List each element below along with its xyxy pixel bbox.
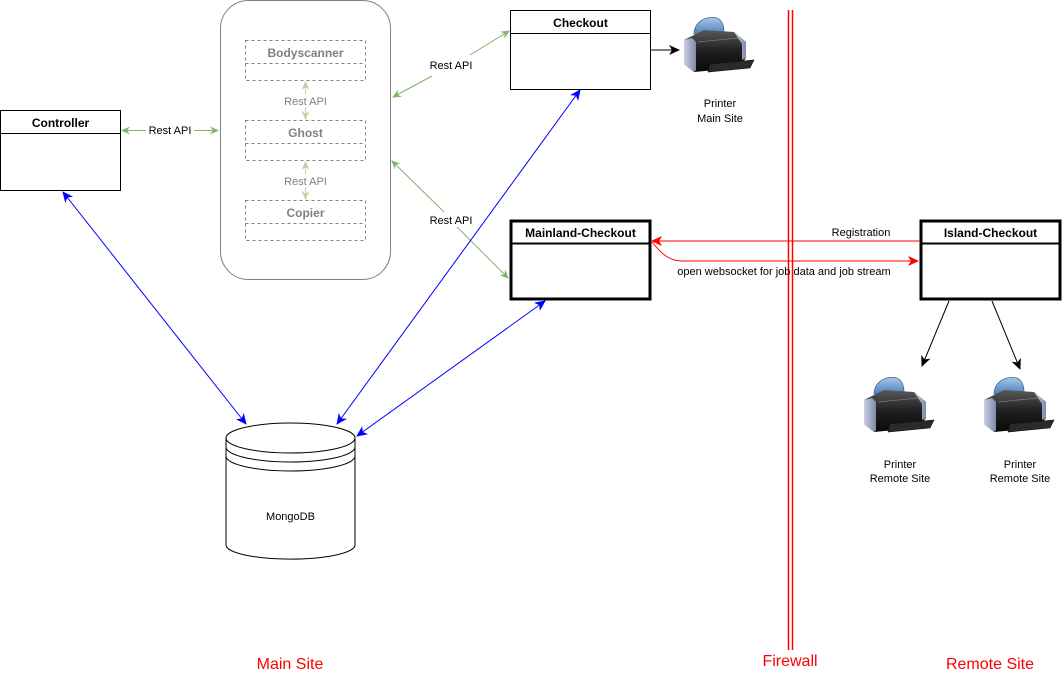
edge-label: Registration bbox=[832, 227, 891, 239]
printer-label-line2: Remote Site bbox=[990, 473, 1051, 485]
printer-label-line2: Main Site bbox=[697, 113, 743, 125]
mongodb-node[interactable]: MongoDB bbox=[225, 422, 356, 560]
mainland-checkout-title: Mainland-Checkout bbox=[525, 226, 636, 240]
firewall-line bbox=[787, 10, 794, 650]
ghost-title: Ghost bbox=[288, 126, 323, 140]
controller-node[interactable]: Controller bbox=[0, 110, 121, 191]
zone-label-remote-site: Remote Site bbox=[946, 656, 1034, 673]
checkout-title: Checkout bbox=[553, 16, 608, 30]
printer-remote-site-2[interactable]: Printer Remote Site bbox=[983, 376, 1055, 485]
mongodb-title: MongoDB bbox=[266, 511, 315, 523]
zone-label-firewall: Firewall bbox=[762, 653, 817, 670]
edge-registration[interactable]: Registration bbox=[651, 227, 920, 246]
island-checkout-title: Island-Checkout bbox=[944, 226, 1037, 240]
bodyscanner-title: Bodyscanner bbox=[267, 46, 343, 60]
controller-title: Controller bbox=[32, 116, 90, 130]
printer-label-line1: Printer bbox=[704, 98, 737, 110]
printer-label-line1: Printer bbox=[884, 459, 917, 471]
architecture-diagram: Bodyscanner Ghost Copier Rest API Rest A… bbox=[0, 0, 1062, 673]
printer-main-site[interactable]: Printer Main Site bbox=[683, 16, 755, 125]
edge-mainland-mongodb[interactable] bbox=[356, 300, 546, 437]
edge-group-mainland[interactable]: Rest API bbox=[391, 160, 509, 279]
service-group[interactable]: Bodyscanner Ghost Copier Rest API Rest A… bbox=[220, 0, 391, 280]
checkout-node[interactable]: Checkout bbox=[510, 10, 651, 90]
printer-icon bbox=[683, 16, 755, 73]
mainland-checkout-node[interactable]: Mainland-Checkout bbox=[509, 219, 652, 301]
edge-websocket[interactable]: open websocket for job data and job stre… bbox=[651, 241, 919, 278]
edge-label: Rest API bbox=[149, 125, 192, 137]
edge-controller-mongodb[interactable] bbox=[62, 191, 247, 425]
printer-label-line2: Remote Site bbox=[870, 473, 931, 485]
edge-label: Rest API bbox=[284, 176, 327, 188]
edge-label: Rest API bbox=[284, 96, 327, 108]
printer-label-line1: Printer bbox=[1004, 459, 1037, 471]
printer-icon bbox=[863, 376, 935, 433]
zone-label-main-site: Main Site bbox=[257, 656, 324, 673]
edge-group-checkout[interactable]: Rest API bbox=[392, 30, 510, 98]
edge-island-printer-2[interactable] bbox=[991, 300, 1021, 370]
edge-island-printer-1[interactable] bbox=[921, 300, 950, 367]
edge-controller-group[interactable]: Rest API bbox=[121, 125, 219, 137]
edge-label: Rest API bbox=[430, 215, 473, 227]
copier-title: Copier bbox=[286, 206, 324, 220]
island-checkout-node[interactable]: Island-Checkout bbox=[919, 219, 1062, 301]
edge-label: Rest API bbox=[430, 60, 473, 72]
printer-icon bbox=[983, 376, 1055, 433]
printer-remote-site-1[interactable]: Printer Remote Site bbox=[863, 376, 935, 485]
edge-label: open websocket for job data and job stre… bbox=[677, 266, 890, 278]
